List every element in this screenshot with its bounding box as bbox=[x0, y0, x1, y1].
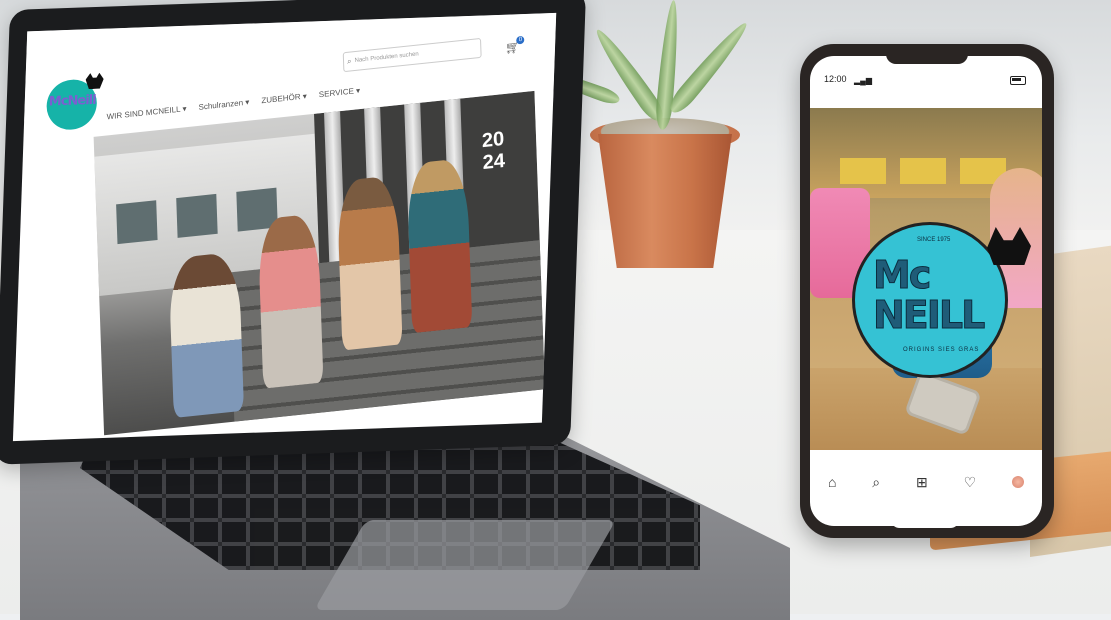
search-icon: ⌕ bbox=[346, 56, 352, 66]
nav-item-zubehoer[interactable]: ZUBEHÖR ▾ bbox=[261, 92, 307, 106]
cart-button[interactable]: 🛒︎ 0 bbox=[505, 35, 525, 55]
add-icon[interactable]: ⊞ bbox=[916, 474, 928, 491]
logo-text-top: Mc bbox=[872, 253, 931, 298]
logo-text-bottom: NEILL bbox=[872, 293, 985, 338]
heart-icon[interactable]: ♡ bbox=[964, 474, 977, 491]
battery-icon bbox=[1010, 76, 1026, 85]
home-icon[interactable]: ⌂ bbox=[828, 474, 836, 490]
cart-count-badge: 0 bbox=[516, 35, 525, 45]
app-tabbar: ⌂ ⌕ ⊞ ♡ bbox=[810, 462, 1042, 502]
laptop-trackpad[interactable] bbox=[314, 520, 616, 610]
search-icon[interactable]: ⌕ bbox=[872, 474, 880, 491]
search-input[interactable]: ⌕ Nach Produkten suchen bbox=[342, 37, 482, 73]
hero-image: 20 24 bbox=[93, 90, 545, 436]
nav-item-service[interactable]: SERVICE ▾ bbox=[319, 86, 361, 99]
laptop-lid: McNeill WIR SIND MCNEILL ▾ Schulranzen ▾… bbox=[0, 0, 587, 465]
laptop-screen: McNeill WIR SIND MCNEILL ▾ Schulranzen ▾… bbox=[12, 12, 557, 442]
hero-year: 20 24 bbox=[482, 128, 506, 174]
child-figure bbox=[336, 175, 403, 351]
phone-notch bbox=[886, 50, 968, 64]
home-button[interactable] bbox=[890, 508, 960, 528]
logo-text: McNeill bbox=[48, 92, 96, 110]
mcneill-logo: SINCE 1975 Mc NEILL ORIGINS SIES GRAS bbox=[852, 222, 1031, 378]
status-time: 12:00 bbox=[824, 74, 847, 84]
child-figure bbox=[406, 157, 473, 334]
hero-year-bottom: 24 bbox=[482, 149, 506, 175]
avatar[interactable] bbox=[1012, 476, 1025, 488]
logo-sub: ORIGINS SIES GRAS bbox=[903, 347, 980, 353]
nav-item-wir-sind-mcneill[interactable]: WIR SIND MCNEILL ▾ bbox=[106, 104, 186, 121]
smartphone: 12:00 ▂▄▆ SINCE 1975 Mc NEILL ORIGINS SI… bbox=[800, 44, 1054, 538]
phone-screen: 12:00 ▂▄▆ SINCE 1975 Mc NEILL ORIGINS SI… bbox=[810, 56, 1042, 526]
signal-icon: ▂▄▆ bbox=[854, 76, 872, 85]
plant-pot bbox=[590, 118, 740, 268]
hero-year-top: 20 bbox=[481, 127, 505, 153]
child-figure bbox=[257, 213, 324, 389]
logo-since: SINCE 1975 bbox=[917, 237, 951, 243]
search-placeholder: Nach Produkten suchen bbox=[354, 51, 419, 65]
cat-icon bbox=[85, 73, 104, 90]
app-photo[interactable]: SINCE 1975 Mc NEILL ORIGINS SIES GRAS bbox=[810, 108, 1042, 450]
brand-logo[interactable]: McNeill bbox=[45, 79, 98, 131]
nav-item-schulranzen[interactable]: Schulranzen ▾ bbox=[198, 98, 249, 112]
child-figure bbox=[168, 251, 245, 418]
